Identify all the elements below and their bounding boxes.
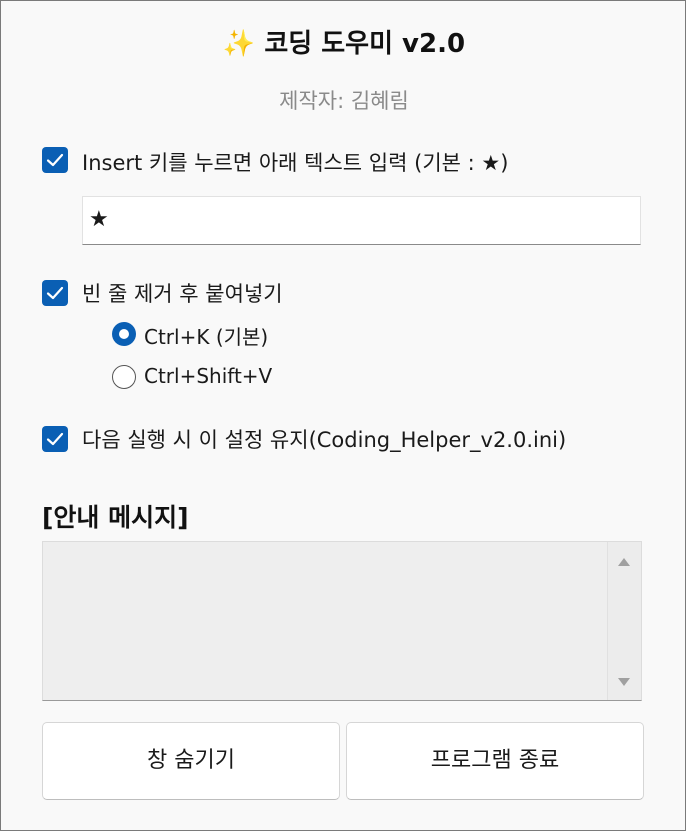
exit-program-button[interactable]: 프로그램 종료 <box>346 722 644 800</box>
insert-text-input[interactable]: ★ <box>82 196 641 245</box>
app-window: ✨ 코딩 도우미 v2.0 제작자: 김혜림 Insert 키를 누르면 아래 … <box>0 0 686 831</box>
insert-text-checkbox[interactable] <box>42 147 68 173</box>
guide-message-box[interactable] <box>42 541 642 701</box>
remove-blank-lines-label[interactable]: 빈 줄 제거 후 붙여넣기 <box>82 278 283 308</box>
scroll-down-arrow-icon[interactable] <box>618 678 630 686</box>
guide-heading: [안내 메시지] <box>42 503 189 532</box>
insert-text-label[interactable]: Insert 키를 누르면 아래 텍스트 입력 (기본 : ★) <box>82 147 508 177</box>
hotkey-ctrl-shift-v-radio[interactable] <box>112 365 136 389</box>
hide-window-button[interactable]: 창 숨기기 <box>42 722 340 800</box>
checkmark-icon <box>46 286 64 300</box>
scroll-up-arrow-icon[interactable] <box>618 558 630 566</box>
keep-settings-label[interactable]: 다음 실행 시 이 설정 유지(Coding_Helper_v2.0.ini) <box>82 424 566 454</box>
hotkey-ctrl-k-label[interactable]: Ctrl+K (기본) <box>144 321 268 350</box>
author-label: 제작자: 김혜림 <box>279 89 409 113</box>
keep-settings-checkbox[interactable] <box>42 426 68 452</box>
hotkey-ctrl-shift-v-label[interactable]: Ctrl+Shift+V <box>144 364 272 388</box>
app-title: ✨ 코딩 도우미 v2.0 <box>222 29 466 59</box>
message-scrollbar[interactable] <box>607 542 641 700</box>
checkmark-icon <box>46 153 64 167</box>
remove-blank-lines-checkbox[interactable] <box>42 280 68 306</box>
hotkey-ctrl-k-radio[interactable] <box>112 322 136 346</box>
checkmark-icon <box>46 432 64 446</box>
